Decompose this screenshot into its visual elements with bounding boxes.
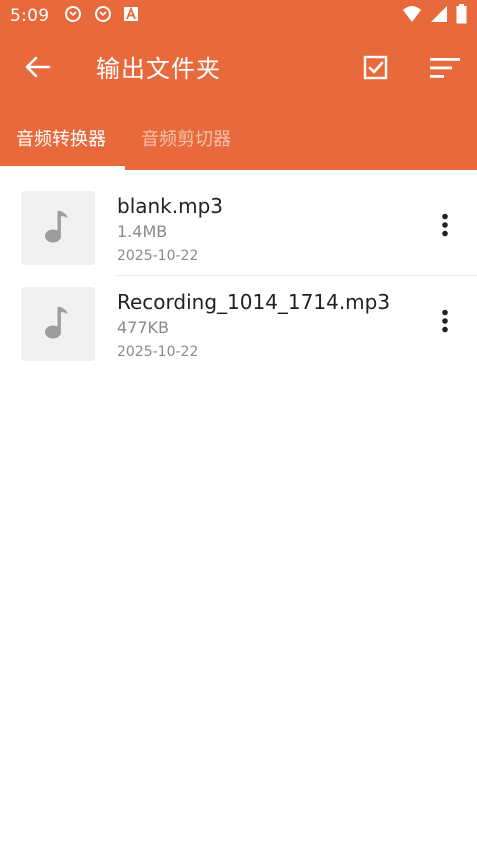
more-vert-icon xyxy=(441,309,449,337)
more-options-button[interactable] xyxy=(432,212,458,242)
sort-icon xyxy=(428,56,462,84)
arrow-left-icon xyxy=(23,55,51,83)
back-button[interactable] xyxy=(20,54,54,84)
sort-button[interactable] xyxy=(426,54,464,86)
tab-audio-converter[interactable]: 音频转换器 xyxy=(16,106,106,170)
file-list: blank.mp3 1.4MB 2025-10-22 Recording_101… xyxy=(0,174,477,366)
file-date: 2025-10-22 xyxy=(117,344,199,360)
list-item[interactable]: blank.mp3 1.4MB 2025-10-22 xyxy=(0,174,477,276)
file-name: Recording_1014_1714.mp3 xyxy=(117,290,391,314)
tab-bar: 音频转换器 音频剪切器 xyxy=(0,106,477,170)
page-title: 输出文件夹 xyxy=(96,55,221,83)
checkbox-icon xyxy=(363,55,389,85)
app-bar: 输出文件夹 xyxy=(0,32,477,106)
status-icons-left xyxy=(63,4,139,28)
file-size: 477KB xyxy=(117,318,170,337)
select-all-button[interactable] xyxy=(360,54,392,86)
file-thumbnail xyxy=(21,287,95,361)
music-note-icon xyxy=(44,208,72,248)
more-vert-icon xyxy=(441,213,449,241)
tab-indicator xyxy=(0,166,125,170)
file-size: 1.4MB xyxy=(117,222,168,241)
signal-icon xyxy=(430,5,448,27)
wifi-icon xyxy=(402,5,422,27)
file-thumbnail xyxy=(21,191,95,265)
list-item[interactable]: Recording_1014_1714.mp3 477KB 2025-10-22 xyxy=(0,270,477,366)
status-icons-right xyxy=(402,4,467,28)
status-time: 5:09 xyxy=(10,6,50,26)
music-note-icon xyxy=(44,304,72,344)
file-name: blank.mp3 xyxy=(117,194,224,218)
more-options-button[interactable] xyxy=(432,308,458,338)
file-date: 2025-10-22 xyxy=(117,248,199,264)
battery-icon xyxy=(456,4,467,28)
tab-audio-cutter[interactable]: 音频剪切器 xyxy=(141,106,231,170)
sync-icon xyxy=(93,4,113,28)
font-a-icon xyxy=(123,6,139,26)
status-bar: 5:09 xyxy=(0,0,477,32)
sync-icon xyxy=(63,4,83,28)
